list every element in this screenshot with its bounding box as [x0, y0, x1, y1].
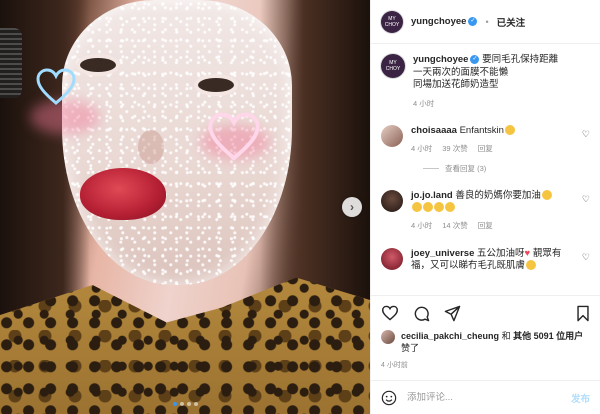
comment-body: choisaaaa Enfantskin 4 小时 39 次赞 回复: [411, 125, 590, 155]
like-comment-heart-icon[interactable]: ♡: [582, 129, 590, 140]
likes-text: cecilia_pakchi_cheung 和 其他 5091 位用户 赞了: [401, 330, 590, 354]
photo-eye-left: [80, 58, 116, 72]
comment-likes[interactable]: 39 次赞: [442, 143, 467, 155]
comment-item: jo.jo.land 善良的奶媽你要加油 4 小时 14 次赞 回复 ♡: [381, 189, 590, 232]
avatar-text-bottom: CHOY: [384, 21, 400, 28]
header-avatar[interactable]: MY CHOY: [381, 10, 403, 33]
photo-lips: [80, 168, 166, 220]
comment-time[interactable]: 4 小时: [411, 220, 432, 232]
comment-text: Enfantskin: [459, 124, 504, 136]
likes-avatar[interactable]: [381, 330, 395, 344]
comment-avatar[interactable]: [381, 124, 403, 147]
emoji-picker-icon[interactable]: [381, 390, 397, 406]
like-comment-heart-icon[interactable]: ♡: [582, 194, 590, 205]
caption-line: 要同毛孔保持距離: [482, 54, 559, 65]
caption-line: 一天兩次的面膜不能懶: [413, 66, 509, 78]
add-comment-bar: 发布: [371, 380, 600, 414]
crying-face-emoji-icon: [526, 259, 537, 270]
carousel-dot: [186, 402, 191, 406]
caption-text: yungchoyee ✓ 要同毛孔保持距離 一天兩次的面膜不能懶 同場加送花師奶造…: [413, 54, 558, 92]
next-photo-button[interactable]: ›: [342, 197, 362, 217]
smiling-face-emoji-icon: [504, 124, 515, 135]
following-button[interactable]: 已关注: [497, 15, 526, 29]
header-username-text: yungchoyee: [411, 16, 467, 27]
header-separator: •: [485, 16, 489, 27]
comment-avatar[interactable]: [381, 189, 403, 212]
comment-username[interactable]: joey_universe: [411, 248, 474, 259]
comment-meta: 4 小时 14 次赞 回复: [411, 220, 574, 232]
red-heart-emoji-icon: ♥: [524, 247, 531, 259]
post-side-panel: MY CHOY yungchoyee ✓ • 已关注 MY CHOY yungch…: [370, 0, 600, 414]
view-replies-button[interactable]: 查看回复 (3): [423, 163, 590, 174]
caption-time[interactable]: 4 小时: [413, 98, 434, 109]
comment-icon[interactable]: [413, 305, 430, 322]
comments-list[interactable]: MY CHOY yungchoyee ✓ 要同毛孔保持距離 一天兩次的面膜不能懶 …: [371, 44, 600, 295]
caption-line: 同場加送花師奶造型: [413, 79, 499, 90]
caption-username[interactable]: yungchoyee: [413, 54, 468, 65]
comment-username[interactable]: jo.jo.land: [411, 190, 453, 201]
likes-suffix: 赞了: [401, 343, 420, 353]
likes-user[interactable]: cecilia_pakchi_cheung: [401, 331, 499, 341]
post-comment-button[interactable]: 发布: [571, 391, 590, 405]
neon-heart-left-icon: [36, 68, 76, 105]
photo-eye-right: [198, 78, 234, 92]
instagram-post: › MY CHOY yungchoyee ✓ • 已关注 MY CHOY yun…: [0, 0, 600, 414]
action-icons-row: [381, 302, 590, 324]
comment-time[interactable]: 4 小时: [411, 143, 432, 155]
comment-item: choisaaaa Enfantskin 4 小时 39 次赞 回复 ♡: [381, 124, 590, 155]
carousel-dots: [0, 402, 370, 406]
comment-body: joey_universe 五公加油呀♥ 靚眾有福，又可以睇冇毛孔既肌膚: [411, 248, 590, 272]
carousel-dot: [193, 402, 198, 406]
comment-reply-button[interactable]: 回复: [478, 143, 493, 155]
likes-summary: cecilia_pakchi_cheung 和 其他 5091 位用户 赞了: [381, 330, 590, 354]
verified-badge-icon: ✓: [470, 54, 480, 64]
comment-reply-button[interactable]: 回复: [478, 220, 493, 232]
comment-avatar[interactable]: [381, 247, 403, 270]
post-caption: MY CHOY yungchoyee ✓ 要同毛孔保持距離 一天兩次的面膜不能懶 …: [381, 54, 590, 109]
comment-likes[interactable]: 14 次赞: [442, 220, 467, 232]
comment-item: joey_universe 五公加油呀♥ 靚眾有福，又可以睇冇毛孔既肌膚 ♡: [381, 247, 590, 272]
avatar-text-bottom: CHOY: [385, 66, 401, 72]
carousel-dot: [172, 402, 177, 406]
post-header: MY CHOY yungchoyee ✓ • 已关注: [371, 0, 600, 44]
crying-face-emoji-icon: [423, 201, 433, 212]
like-comment-heart-icon[interactable]: ♡: [582, 252, 590, 263]
photo-hairbrush: [0, 28, 22, 98]
post-photo[interactable]: ›: [0, 0, 370, 414]
neon-heart-right-icon: [208, 112, 260, 161]
crying-face-emoji-icon: [412, 201, 422, 212]
header-username[interactable]: yungchoyee ✓: [411, 16, 478, 27]
caption-meta: 4 小时: [413, 98, 558, 109]
crying-face-emoji-icon: [434, 201, 444, 212]
comment-username[interactable]: choisaaaa: [411, 125, 457, 136]
bookmark-icon[interactable]: [576, 305, 590, 322]
post-actions: cecilia_pakchi_cheung 和 其他 5091 位用户 赞了 4…: [371, 295, 600, 370]
crying-face-emoji-icon: [445, 201, 455, 212]
add-comment-input[interactable]: [407, 392, 561, 403]
comment-body: jo.jo.land 善良的奶媽你要加油 4 小时 14 次赞 回复: [411, 190, 590, 232]
post-time[interactable]: 4 小时前: [381, 360, 590, 370]
carousel-dot: [179, 402, 184, 406]
photo-nose: [138, 130, 164, 164]
share-icon[interactable]: [444, 305, 461, 322]
crying-face-emoji-icon: [541, 189, 552, 200]
likes-others[interactable]: 其他 5091 位用户: [513, 331, 583, 341]
likes-and: 和: [501, 331, 511, 341]
comment-text: 善良的奶媽你要加油: [455, 189, 541, 201]
verified-badge-icon: ✓: [468, 17, 478, 27]
comment-meta: 4 小时 39 次赞 回复: [411, 143, 574, 155]
heart-icon[interactable]: [381, 305, 399, 321]
comment-text: 五公加油呀: [477, 247, 525, 259]
caption-avatar[interactable]: MY CHOY: [381, 54, 405, 78]
